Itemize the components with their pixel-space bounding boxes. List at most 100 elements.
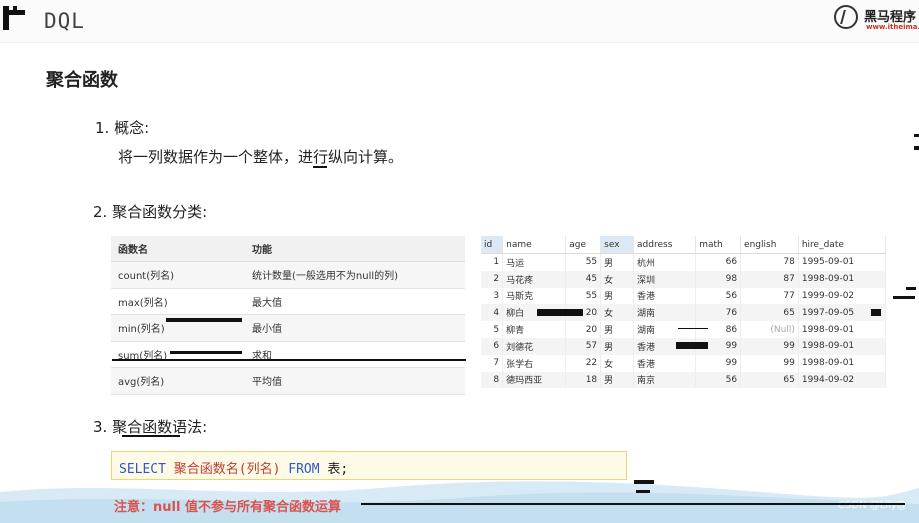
- math-cell: 66: [695, 253, 742, 271]
- watermark: CSDN @Lily@: [838, 500, 907, 511]
- category-heading: 2. 聚合函数分类:: [93, 203, 208, 221]
- sex-cell: 女: [600, 270, 635, 288]
- age-cell: 57: [565, 337, 602, 355]
- column-header: 函数名: [111, 236, 245, 262]
- table-row: min(列名) 最小值: [111, 314, 465, 342]
- math-cell: 56: [695, 287, 742, 305]
- function-name-cell: avg(列名): [111, 367, 245, 395]
- age-cell: 45: [565, 270, 602, 288]
- sex-cell: 男: [600, 371, 635, 389]
- math-cell: 56: [695, 371, 742, 389]
- function-desc-cell: 平均值: [245, 367, 465, 395]
- column-header: age: [565, 236, 602, 254]
- table-row: 5 柳青 20 男 湖南 86 (Null) 1998-09-01: [481, 321, 887, 338]
- age-cell: 55: [565, 253, 602, 271]
- function-desc-cell: 最大值: [245, 288, 465, 315]
- data-table-header: id name age sex address math english hir…: [481, 236, 887, 254]
- english-cell: 77: [740, 287, 799, 305]
- column-header: name: [502, 236, 567, 254]
- name-cell: 刘德花: [502, 337, 567, 355]
- name-cell: 马花疼: [502, 270, 567, 288]
- address-cell: 深圳: [633, 270, 697, 288]
- function-table-header: 函数名 功能: [111, 236, 465, 262]
- function-name-cell: count(列名): [111, 261, 245, 289]
- hire-date-cell: 1998-09-01: [798, 354, 887, 372]
- title-mark-icon: [3, 6, 25, 30]
- sex-cell: 男: [600, 287, 635, 305]
- id-cell: 2: [481, 270, 504, 288]
- english-cell: 87: [740, 270, 799, 288]
- math-cell: 76: [695, 304, 742, 322]
- function-desc-cell: 求和: [245, 341, 465, 368]
- brand-url: www.itheima.c: [866, 23, 919, 31]
- hire-date-cell: 1998-09-01: [798, 270, 887, 288]
- name-cell: 马运: [502, 253, 567, 271]
- header-bar: [0, 0, 919, 43]
- english-cell: 65: [740, 304, 799, 322]
- english-cell: (Null): [740, 321, 799, 338]
- id-cell: 8: [481, 371, 504, 389]
- table-row: avg(列名) 平均值: [111, 367, 465, 395]
- function-desc-cell: 最小值: [245, 314, 465, 342]
- hire-date-cell: 1994-09-02: [798, 371, 887, 389]
- address-cell: 杭州: [633, 253, 697, 271]
- address-cell: 香港: [633, 287, 697, 305]
- sql-function-placeholder: 聚合函数名(列名): [173, 462, 281, 477]
- math-cell: 98: [695, 270, 742, 288]
- table-row: 3 马斯克 55 男 香港 56 77 1999-09-02: [481, 287, 887, 305]
- app-title: DQL: [44, 9, 85, 33]
- id-cell: 7: [481, 354, 504, 372]
- null-note: 注意：null 值不参与所有聚合函数运算: [114, 500, 341, 515]
- table-row: 7 张学右 22 女 香港 99 99 1998-09-01: [481, 354, 887, 372]
- sql-syntax-line: SELECT 聚合函数名(列名) FROM 表;: [119, 458, 348, 477]
- id-cell: 5: [481, 321, 504, 338]
- sex-cell: 男: [600, 337, 635, 355]
- address-cell: 香港: [633, 354, 697, 372]
- age-cell: 20: [565, 321, 602, 338]
- sex-cell: 男: [600, 253, 635, 271]
- age-cell: 22: [565, 354, 602, 372]
- table-row: 2 马花疼 45 女 深圳 98 87 1998-09-01: [481, 270, 887, 288]
- sex-cell: 女: [600, 354, 635, 372]
- id-cell: 3: [481, 287, 504, 305]
- syntax-heading: 3. 聚合函数语法:: [93, 418, 208, 436]
- horse-logo-icon: [834, 5, 858, 29]
- english-cell: 65: [740, 371, 799, 389]
- sql-keyword: SELECT: [119, 462, 166, 477]
- column-header: 功能: [245, 236, 465, 262]
- hire-date-cell: 1998-09-01: [798, 337, 887, 355]
- math-cell: 86: [695, 321, 742, 338]
- table-row: 8 德玛西亚 18 男 南京 56 65 1994-09-02: [481, 371, 887, 389]
- sql-keyword: FROM: [288, 462, 320, 477]
- table-row: max(列名) 最大值: [111, 288, 465, 315]
- address-cell: 湖南: [633, 304, 697, 322]
- english-cell: 99: [740, 337, 799, 355]
- column-header: english: [740, 236, 799, 254]
- id-cell: 1: [481, 253, 504, 271]
- name-cell: 马斯克: [502, 287, 567, 305]
- function-name-cell: max(列名): [111, 288, 245, 315]
- table-row: sum(列名) 求和: [111, 341, 465, 368]
- math-cell: 99: [695, 354, 742, 372]
- column-header: math: [695, 236, 742, 254]
- english-cell: 99: [740, 354, 799, 372]
- column-header: id: [481, 236, 504, 254]
- name-cell: 张学右: [502, 354, 567, 372]
- concept-heading: 1. 概念:: [95, 119, 150, 137]
- table-row: 1 马运 55 男 杭州 66 78 1995-09-01: [481, 253, 887, 271]
- function-table: 函数名 功能 count(列名) 统计数量(一般选用不为null的列) max(…: [111, 236, 465, 395]
- hire-date-cell: 1995-09-01: [798, 253, 887, 271]
- id-cell: 6: [481, 337, 504, 355]
- hire-date-cell: 1999-09-02: [798, 287, 887, 305]
- id-cell: 4: [481, 304, 504, 322]
- name-cell: 柳青: [502, 321, 567, 338]
- age-cell: 18: [565, 371, 602, 389]
- column-header: address: [633, 236, 697, 254]
- hire-date-cell: 1998-09-01: [798, 321, 887, 338]
- concept-description: 将一列数据作为一个整体，进行纵向计算。: [118, 148, 404, 166]
- english-cell: 78: [740, 253, 799, 271]
- name-cell: 德玛西亚: [502, 371, 567, 389]
- section-title: 聚合函数: [46, 70, 118, 91]
- sql-table-placeholder: 表;: [327, 462, 349, 477]
- sex-cell: 女: [600, 304, 635, 322]
